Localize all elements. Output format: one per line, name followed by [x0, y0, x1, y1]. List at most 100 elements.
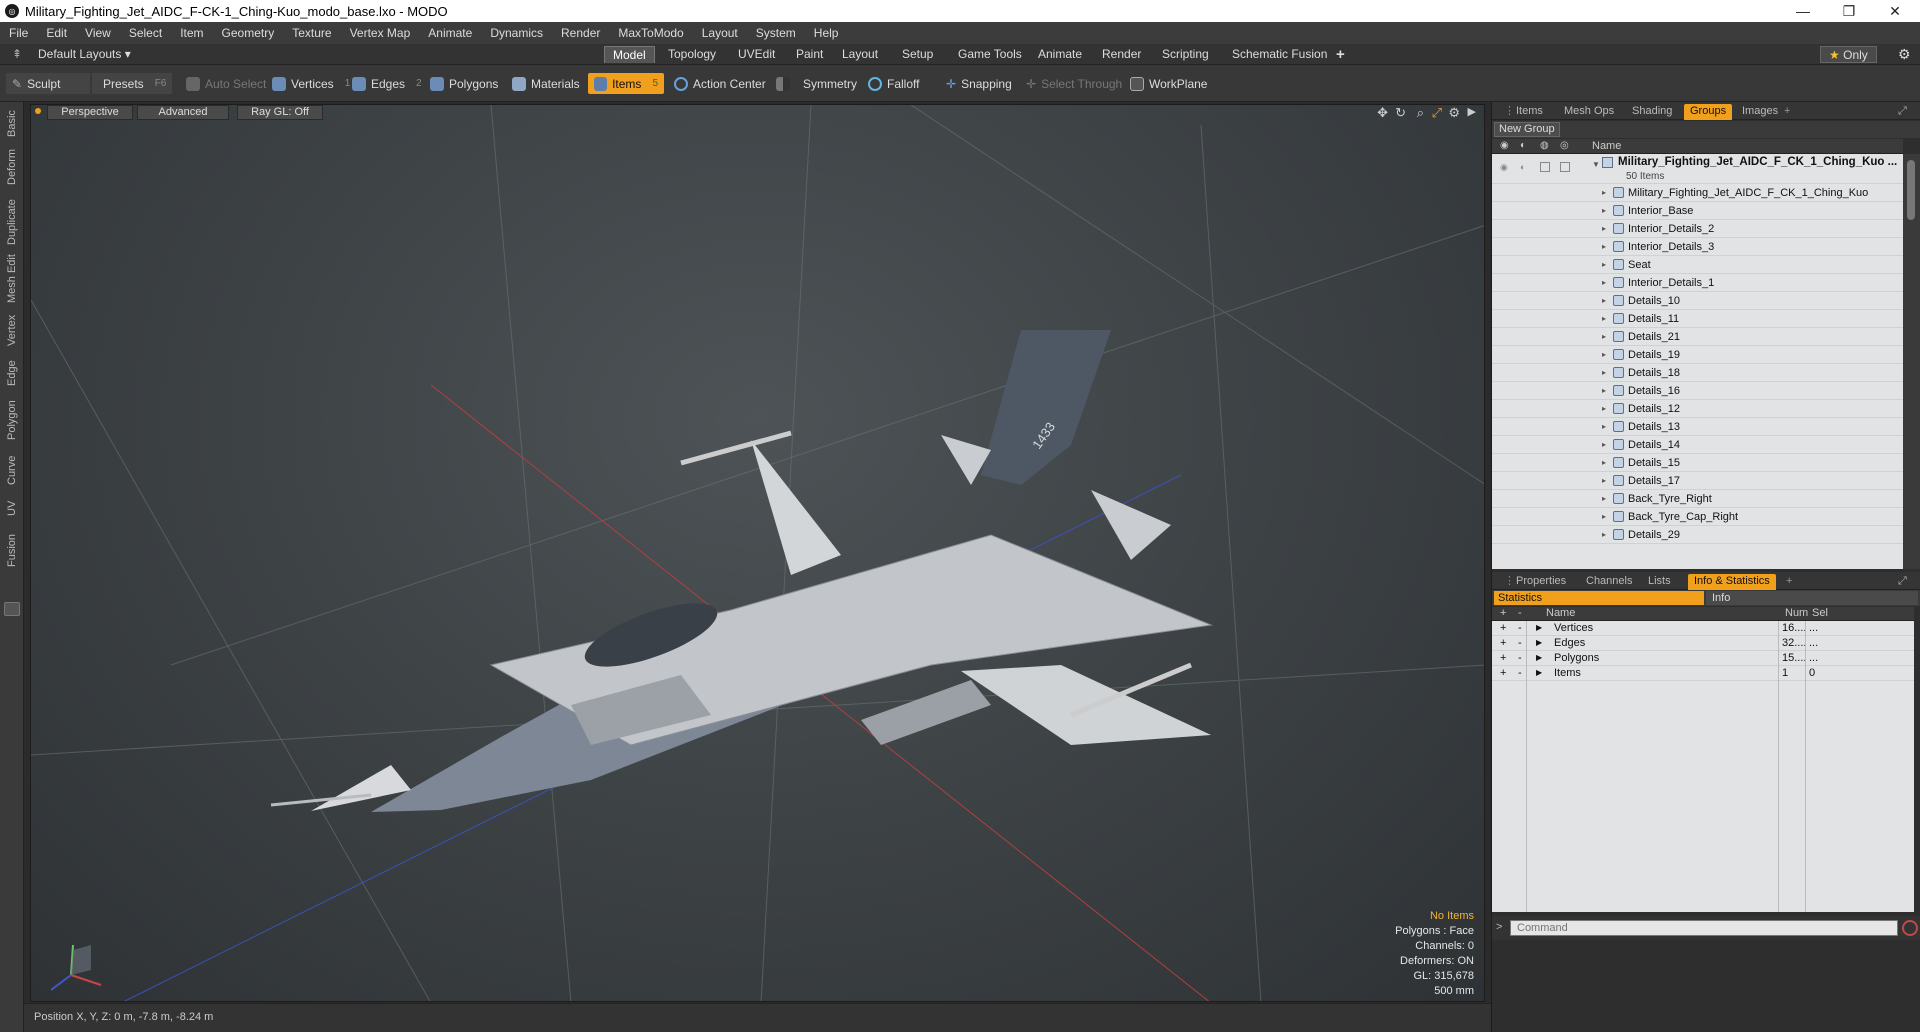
default-layouts-dropdown[interactable]: Default Layouts ▾ [30, 46, 139, 63]
add-panel-tab-button-2[interactable]: + [1780, 574, 1798, 590]
group-item-row[interactable]: ▸ Interior_Details_1 [1492, 274, 1903, 292]
expand-arrow-icon[interactable]: ▸ [1602, 278, 1606, 287]
row-expand-icon[interactable]: + [1500, 652, 1506, 664]
auto-select-button[interactable]: Auto Select [180, 73, 272, 94]
row-collapse-icon[interactable]: - [1518, 652, 1522, 664]
close-icon[interactable]: ✕ [1872, 0, 1918, 22]
tab-images[interactable]: Images [1736, 104, 1784, 120]
add-panel-tab-button[interactable]: + [1778, 104, 1796, 120]
group-item-row[interactable]: ▸ Details_13 [1492, 418, 1903, 436]
menu-edit[interactable]: Edit [37, 26, 76, 40]
tab-channels[interactable]: Channels [1580, 574, 1638, 590]
expand-arrow-icon[interactable]: ▸ [1602, 494, 1606, 503]
tab-setup[interactable]: Setup [894, 46, 941, 63]
group-root-row[interactable]: ◉ ◐ ▼ Military_Fighting_Jet_AIDC_F_CK_1_… [1492, 154, 1903, 184]
symmetry-button[interactable]: Symmetry [770, 73, 863, 94]
lock-checkbox[interactable] [1540, 162, 1550, 172]
menu-geometry[interactable]: Geometry [213, 26, 284, 40]
expand-arrow-icon[interactable]: ▸ [1602, 512, 1606, 521]
expand-toggle-button[interactable] [4, 602, 20, 616]
tab-uvedit[interactable]: UVEdit [730, 46, 783, 63]
polygons-button[interactable]: Polygons [424, 73, 504, 94]
group-item-row[interactable]: ▸ Details_29 [1492, 526, 1903, 544]
maximize-icon[interactable]: ❐ [1826, 0, 1872, 22]
tab-shading[interactable]: Shading [1626, 104, 1678, 120]
group-item-row[interactable]: ▸ Interior_Base [1492, 202, 1903, 220]
expand-arrow-icon[interactable]: ▸ [1602, 206, 1606, 215]
tab-mesh-ops[interactable]: Mesh Ops [1558, 104, 1620, 120]
menu-maxtomodo[interactable]: MaxToModo [609, 26, 692, 40]
expand-arrow-icon[interactable]: ▸ [1602, 458, 1606, 467]
group-item-row[interactable]: ▸ Back_Tyre_Cap_Right [1492, 508, 1903, 526]
groups-name-column-header[interactable]: Name [1592, 140, 1621, 152]
tab-properties[interactable]: Properties [1510, 574, 1572, 590]
menu-select[interactable]: Select [120, 26, 171, 40]
command-input[interactable] [1510, 920, 1898, 936]
new-group-button[interactable]: New Group [1494, 122, 1560, 137]
group-item-row[interactable]: ▸ Back_Tyre_Right [1492, 490, 1903, 508]
tab-model[interactable]: Model [604, 46, 655, 63]
menu-file[interactable]: File [0, 26, 37, 40]
vtab-vertex[interactable]: Vertex [2, 310, 22, 350]
only-toggle[interactable]: ★ Only [1820, 46, 1877, 63]
group-item-row[interactable]: ▸ Details_11 [1492, 310, 1903, 328]
row-arrow-icon[interactable]: ▶ [1536, 623, 1542, 632]
stats-sel-column-header[interactable]: Sel [1812, 607, 1828, 619]
expand-arrow-icon[interactable]: ▸ [1602, 242, 1606, 251]
expand-arrow-icon[interactable]: ▸ [1602, 530, 1606, 539]
row-arrow-icon[interactable]: ▶ [1536, 653, 1542, 662]
stats-name-column-header[interactable]: Name [1546, 607, 1575, 619]
layout-pin-icon[interactable]: ⇞ [4, 46, 30, 63]
gear-icon[interactable]: ⚙ [1890, 46, 1919, 63]
expand-arrow-icon[interactable]: ▸ [1602, 332, 1606, 341]
menu-layout[interactable]: Layout [693, 26, 747, 40]
groups-scrollbar[interactable] [1903, 154, 1920, 569]
tab-items[interactable]: Items [1510, 104, 1549, 120]
expand-panel-icon[interactable]: ⤢ [1892, 104, 1913, 120]
vtab-mesh-edit[interactable]: Mesh Edit [2, 254, 22, 304]
expand-arrow-icon[interactable]: ▸ [1602, 386, 1606, 395]
vtab-duplicate[interactable]: Duplicate [2, 196, 22, 248]
render-toggle-icon[interactable]: ◐ [1520, 162, 1525, 172]
menu-vertex-map[interactable]: Vertex Map [341, 26, 420, 40]
group-item-row[interactable]: ▸ Details_14 [1492, 436, 1903, 454]
row-arrow-icon[interactable]: ▶ [1536, 668, 1542, 677]
menu-system[interactable]: System [747, 26, 805, 40]
expand-arrow-icon[interactable]: ▸ [1602, 188, 1606, 197]
group-item-row[interactable]: ▸ Seat [1492, 256, 1903, 274]
workplane-button[interactable]: WorkPlane [1124, 73, 1213, 94]
falloff-button[interactable]: Falloff [862, 73, 925, 94]
expand-all-icon[interactable]: + [1500, 607, 1506, 619]
stats-row[interactable]: + - ▶ Edges 32....... [1492, 636, 1914, 651]
tab-schematic-fusion[interactable]: Schematic Fusion [1224, 46, 1335, 63]
tab-paint[interactable]: Paint [788, 46, 831, 63]
menu-texture[interactable]: Texture [283, 26, 340, 40]
expand-arrow-icon[interactable]: ▸ [1602, 224, 1606, 233]
tab-animate[interactable]: Animate [1030, 46, 1090, 63]
tab-render[interactable]: Render [1094, 46, 1149, 63]
menu-dynamics[interactable]: Dynamics [481, 26, 552, 40]
group-item-row[interactable]: ▸ Details_10 [1492, 292, 1903, 310]
presets-button[interactable]: Presets F6 [92, 73, 172, 94]
stats-row[interactable]: + - ▶ Polygons 15....... [1492, 651, 1914, 666]
group-item-row[interactable]: ▸ Details_17 [1492, 472, 1903, 490]
expand-arrow-icon[interactable]: ▸ [1602, 260, 1606, 269]
collapse-all-icon[interactable]: - [1518, 607, 1522, 619]
expand-arrow-icon[interactable]: ▸ [1602, 296, 1606, 305]
tab-scripting[interactable]: Scripting [1154, 46, 1217, 63]
collapse-arrow-icon[interactable]: ▼ [1592, 160, 1600, 169]
row-expand-icon[interactable]: + [1500, 667, 1506, 679]
snapping-button[interactable]: ✛ Snapping [940, 73, 1018, 94]
tab-topology[interactable]: Topology [660, 46, 724, 63]
sculpt-button[interactable]: ✎ Sculpt [6, 73, 90, 94]
expand-arrow-icon[interactable]: ▸ [1602, 476, 1606, 485]
group-item-row[interactable]: ▸ Details_12 [1492, 400, 1903, 418]
vtab-uv[interactable]: UV [2, 496, 22, 520]
vtab-fusion[interactable]: Fusion [2, 530, 22, 570]
tab-lists[interactable]: Lists [1642, 574, 1677, 590]
edges-button[interactable]: Edges 2 [346, 73, 428, 94]
expand-panel-icon-2[interactable]: ⤢ [1892, 574, 1913, 590]
select-checkbox[interactable] [1560, 162, 1570, 172]
expand-arrow-icon[interactable]: ▸ [1602, 368, 1606, 377]
vtab-polygon[interactable]: Polygon [2, 396, 22, 444]
